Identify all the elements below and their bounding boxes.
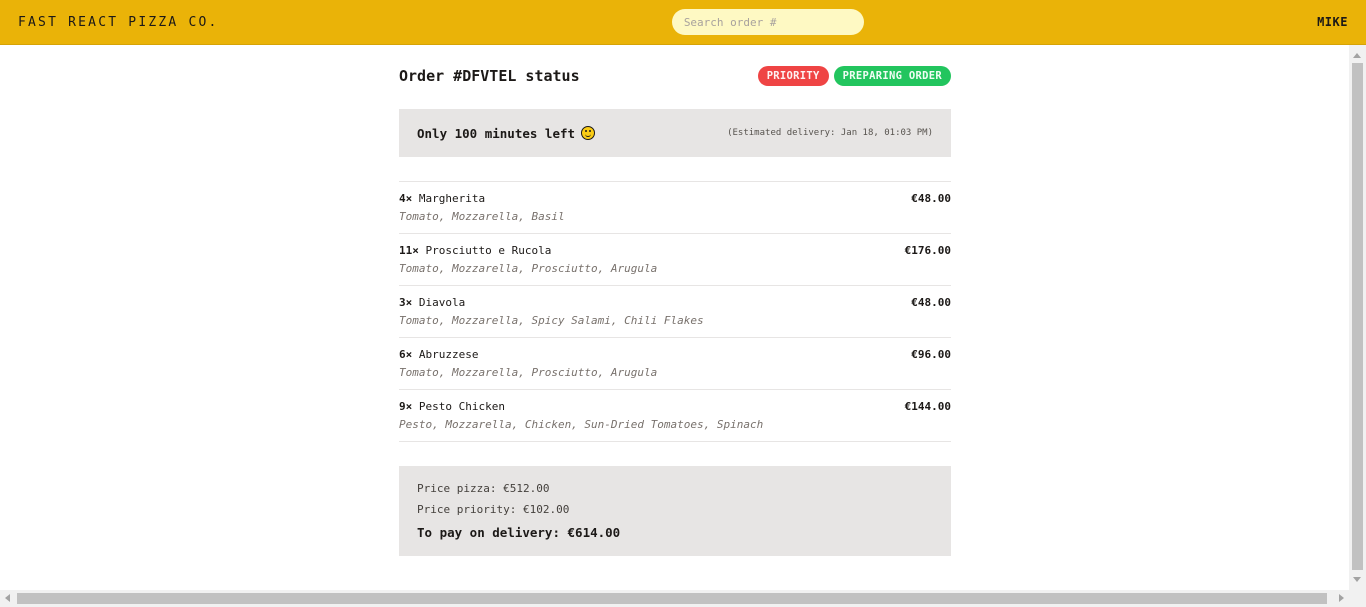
price-priority: Price priority: €102.00: [417, 503, 570, 516]
scroll-right-icon[interactable]: [1339, 594, 1344, 602]
item-quantity: 6×: [399, 348, 413, 361]
item-ingredients: Tomato, Mozzarella, Prosciutto, Arugula: [399, 262, 658, 275]
list-item: 9× Pesto Chicken €144.00 Pesto, Mozzarel…: [399, 390, 951, 442]
page-title: Order #DFVTEL status: [399, 67, 580, 85]
status-badge: PREPARING ORDER: [833, 66, 951, 86]
item-name: Diavola: [418, 296, 466, 309]
item-name: Abruzzese: [418, 348, 479, 361]
priority-badge: PRIORITY: [757, 66, 829, 86]
time-left-text: Only 100 minutes left: [417, 125, 576, 141]
list-item: 3× Diavola €48.00 Tomato, Mozzarella, Sp…: [399, 286, 951, 338]
list-item: 6× Abruzzese €96.00 Tomato, Mozzarella, …: [399, 338, 951, 390]
list-item: 4× Margherita €48.00 Tomato, Mozzarella,…: [399, 182, 951, 234]
item-quantity: 3×: [399, 296, 413, 309]
order-page: Order #DFVTEL status PRIORITY PREPARING …: [399, 45, 951, 556]
time-left: Only 100 minutes left: [417, 125, 596, 141]
app-header: FAST REACT PIZZA CO. MIKE: [0, 0, 1366, 45]
estimated-delivery: (Estimated delivery: Jan 18, 01:03 PM): [727, 128, 933, 138]
vertical-scroll-thumb[interactable]: [1352, 63, 1363, 570]
item-quantity: 4×: [399, 192, 413, 205]
smiley-face-icon: [581, 126, 596, 140]
item-price: €48.00: [911, 192, 951, 205]
horizontal-scrollbar[interactable]: [0, 590, 1366, 607]
scroll-left-icon[interactable]: [5, 594, 10, 602]
item-ingredients: Tomato, Mozzarella, Basil: [399, 210, 565, 223]
list-item: 11× Prosciutto e Rucola €176.00 Tomato, …: [399, 234, 951, 286]
brand-logo-link[interactable]: FAST REACT PIZZA CO.: [18, 15, 219, 30]
item-name: Margherita: [418, 192, 486, 205]
search-order-input[interactable]: [671, 9, 864, 35]
total-to-pay: To pay on delivery: €614.00: [417, 525, 621, 540]
order-title-row: Order #DFVTEL status PRIORITY PREPARING …: [399, 66, 951, 86]
username: MIKE: [1317, 15, 1348, 29]
price-pizza: Price pizza: €512.00: [417, 482, 550, 495]
scroll-down-icon[interactable]: [1353, 577, 1361, 582]
item-ingredients: Tomato, Mozzarella, Spicy Salami, Chili …: [399, 314, 704, 327]
item-ingredients: Pesto, Mozzarella, Chicken, Sun-Dried To…: [399, 418, 764, 431]
order-items-list: 4× Margherita €48.00 Tomato, Mozzarella,…: [399, 181, 951, 442]
item-price: €48.00: [911, 296, 951, 309]
delivery-eta-panel: Only 100 minutes left (Estimated deliver…: [399, 109, 951, 157]
vertical-scrollbar[interactable]: [1349, 45, 1366, 590]
price-summary-panel: Price pizza: €512.00 Price priority: €10…: [399, 466, 951, 556]
item-name: Prosciutto e Rucola: [425, 244, 552, 257]
item-name: Pesto Chicken: [418, 400, 505, 413]
item-price: €176.00: [904, 244, 951, 257]
item-price: €96.00: [911, 348, 951, 361]
horizontal-scroll-thumb[interactable]: [17, 593, 1327, 604]
scroll-up-icon[interactable]: [1353, 53, 1361, 58]
status-badges: PRIORITY PREPARING ORDER: [757, 66, 951, 86]
item-price: €144.00: [904, 400, 951, 413]
item-ingredients: Tomato, Mozzarella, Prosciutto, Arugula: [399, 366, 658, 379]
item-quantity: 9×: [399, 400, 413, 413]
item-quantity: 11×: [399, 244, 419, 257]
